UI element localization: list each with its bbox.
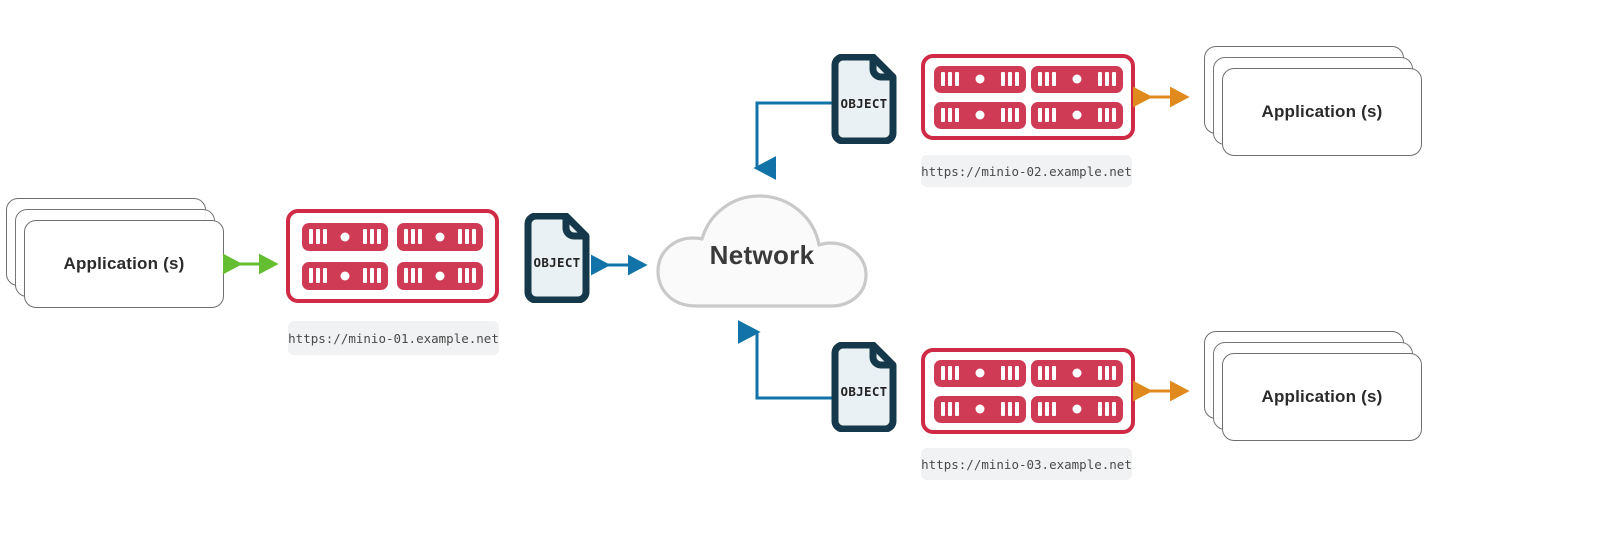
app-label: Application (s): [1261, 387, 1383, 406]
server-vents-left: [1038, 366, 1056, 380]
url-label-site-03: https://minio-03.example.net: [921, 448, 1132, 480]
server-status-dot: [435, 232, 445, 241]
server-unit: [301, 261, 388, 290]
server-vents-right: [1098, 108, 1116, 122]
server-vents-right: [1001, 366, 1019, 380]
server-status-dot: [1072, 368, 1082, 378]
server-unit: [301, 222, 388, 251]
server-unit: [934, 65, 1026, 93]
server-vents-left: [1038, 402, 1056, 416]
server-rack-site-03: [921, 348, 1135, 434]
server-status-dot: [975, 74, 985, 84]
server-vents-left: [941, 72, 959, 86]
app-card-front: Application (s): [1222, 68, 1422, 156]
server-status-dot: [975, 110, 985, 120]
server-vents-right: [1001, 108, 1019, 122]
server-vents-left: [1038, 72, 1056, 86]
app-card-front: Application (s): [1222, 353, 1422, 441]
server-status-dot: [435, 271, 445, 280]
server-status-dot: [975, 404, 985, 414]
server-vents-left: [308, 268, 327, 283]
app-stack-site-01: Application (s): [6, 198, 231, 313]
server-vents-right: [362, 268, 381, 283]
arrow-object-to-network-site-01: [590, 254, 652, 276]
server-unit: [1031, 395, 1123, 423]
network-cloud: Network: [652, 188, 872, 313]
diagram-canvas: Application (s) https://minio-01.example…: [0, 0, 1600, 537]
server-unit: [934, 359, 1026, 387]
server-unit: [1031, 65, 1123, 93]
server-vents-right: [458, 229, 477, 244]
server-rack-site-01: [286, 209, 499, 303]
server-vents-right: [362, 229, 381, 244]
server-rack-site-02: [921, 54, 1135, 140]
arrow-rack-to-app-site-02: [1132, 86, 1194, 108]
server-vents-left: [941, 108, 959, 122]
server-unit: [397, 261, 484, 290]
server-status-dot: [975, 368, 985, 378]
object-icon-site-03: OBJECT: [828, 342, 900, 432]
app-card-front: Application (s): [24, 220, 224, 308]
app-stack-site-02: Application (s): [1204, 46, 1429, 161]
server-vents-left: [941, 366, 959, 380]
server-unit: [1031, 359, 1123, 387]
url-label-site-02: https://minio-02.example.net: [921, 155, 1132, 187]
server-unit: [397, 222, 484, 251]
arrow-app-to-rack-site-01: [222, 253, 283, 275]
server-status-dot: [340, 271, 350, 280]
object-label: OBJECT: [840, 384, 888, 399]
server-vents-left: [404, 268, 423, 283]
object-icon-site-01: OBJECT: [521, 213, 593, 303]
server-vents-left: [941, 402, 959, 416]
object-label: OBJECT: [533, 255, 581, 270]
server-status-dot: [1072, 74, 1082, 84]
arrow-rack-to-app-site-03: [1132, 380, 1194, 402]
server-vents-left: [308, 229, 327, 244]
app-label: Application (s): [63, 254, 185, 273]
network-label: Network: [709, 240, 815, 270]
server-vents-right: [458, 268, 477, 283]
server-vents-left: [404, 229, 423, 244]
server-vents-left: [1038, 108, 1056, 122]
server-vents-right: [1098, 402, 1116, 416]
server-vents-right: [1001, 402, 1019, 416]
server-vents-right: [1001, 72, 1019, 86]
app-stack-site-03: Application (s): [1204, 331, 1429, 446]
server-vents-right: [1098, 72, 1116, 86]
server-status-dot: [1072, 110, 1082, 120]
server-status-dot: [340, 232, 350, 241]
server-status-dot: [1072, 404, 1082, 414]
url-label-site-01: https://minio-01.example.net: [288, 321, 499, 355]
object-icon-site-02: OBJECT: [828, 54, 900, 144]
server-vents-right: [1098, 366, 1116, 380]
app-label: Application (s): [1261, 102, 1383, 121]
server-unit: [1031, 101, 1123, 129]
server-unit: [934, 395, 1026, 423]
object-label: OBJECT: [840, 96, 888, 111]
server-unit: [934, 101, 1026, 129]
